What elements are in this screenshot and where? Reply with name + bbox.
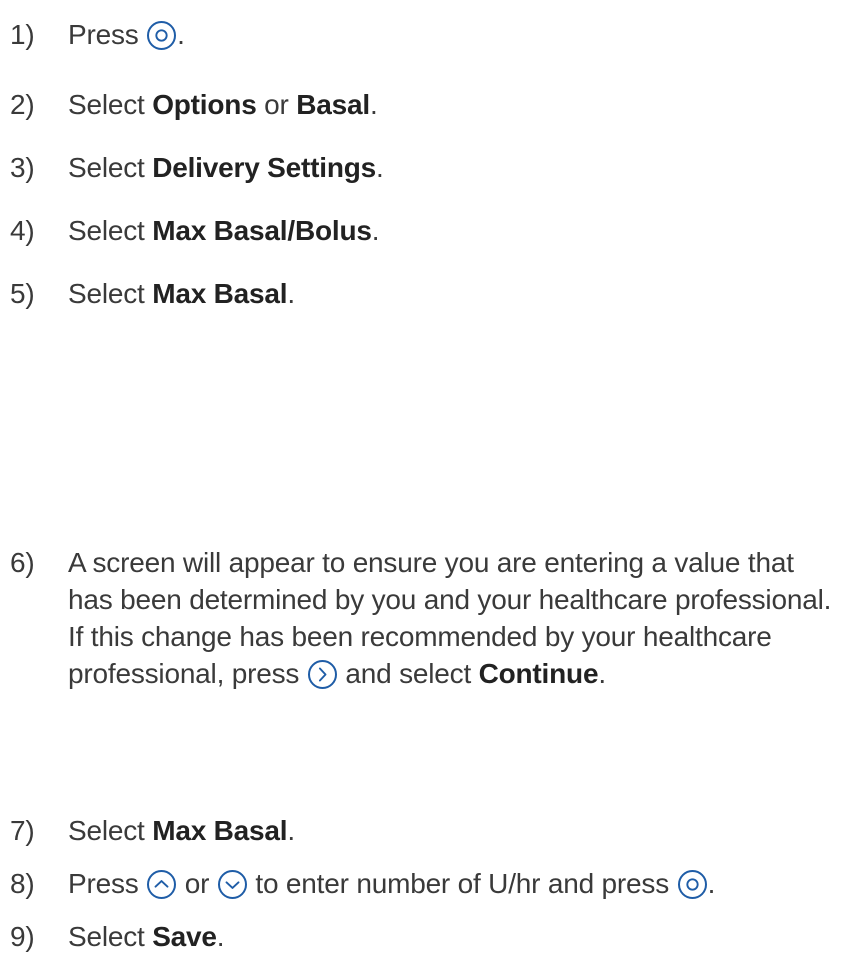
step-number: 2)	[10, 89, 35, 120]
step-number: 1)	[10, 19, 35, 50]
step-text-part: .	[177, 19, 185, 50]
step-text-line: has been determined by you and your heal…	[68, 584, 832, 615]
step-text-part: .	[371, 215, 380, 246]
step-text-part: .	[598, 658, 606, 689]
step-text-part: .	[287, 815, 295, 846]
step-text-part: Select	[68, 921, 153, 952]
step-text-part: or	[177, 868, 217, 899]
step-keyword: Options	[152, 89, 257, 120]
step-text-part: Press	[68, 19, 147, 50]
step-text-part: .	[376, 152, 384, 183]
step-text: Press or to enter number of U/hr and pre…	[68, 865, 866, 902]
step-keyword: Save	[152, 921, 217, 952]
step-text-part: .	[707, 868, 716, 899]
up-button-icon	[147, 870, 177, 899]
step-text-part: Select	[68, 815, 153, 846]
step-text-line: professional, press and select Continue.	[68, 655, 866, 692]
down-button-icon	[217, 870, 247, 899]
step-text-part: Select	[68, 215, 153, 246]
step-number: 6)	[10, 547, 35, 578]
step-text-part: professional, press	[68, 658, 307, 689]
step-text-part: or	[256, 89, 297, 120]
right-button-icon	[307, 660, 337, 689]
step-text-part: to enter number of U/hr and press	[247, 868, 677, 899]
step-text: Select Max Basal/Bolus.	[68, 212, 866, 249]
step-keyword: Continue	[478, 658, 599, 689]
select-button-icon	[677, 870, 707, 899]
step-number: 4)	[10, 215, 35, 246]
step-number: 9)	[10, 921, 35, 952]
step-text-line: If this change has been recommended by y…	[68, 621, 772, 652]
step-text-part: Select	[68, 89, 153, 120]
step-keyword: Delivery Settings	[152, 152, 377, 183]
step-number: 3)	[10, 152, 35, 183]
step-text-part: .	[216, 921, 225, 952]
step-text-line: A screen will appear to ensure you are e…	[68, 547, 794, 578]
step-text: Press .	[68, 16, 866, 53]
step-text: Select Max Basal.	[68, 275, 866, 312]
step-text-part: Select	[68, 152, 153, 183]
step-keyword: Max Basal/Bolus	[152, 215, 372, 246]
step-number: 5)	[10, 278, 35, 309]
step-keyword: Basal	[296, 89, 370, 120]
step-keyword: Max Basal	[152, 815, 288, 846]
step-text: A screen will appear to ensure you are e…	[68, 544, 866, 692]
step-number: 8)	[10, 868, 35, 899]
step-number: 7)	[10, 815, 35, 846]
step-text-part: .	[369, 89, 378, 120]
step-text-part: .	[287, 278, 295, 309]
step-text-part: Press	[68, 868, 147, 899]
step-text: Select Options or Basal.	[68, 86, 866, 123]
step-text: Select Delivery Settings.	[68, 149, 866, 186]
step-text-part: and select	[337, 658, 479, 689]
step-text: Select Save.	[68, 918, 866, 955]
step-text-part: Select	[68, 278, 153, 309]
step-keyword: Max Basal	[152, 278, 288, 309]
step-text: Select Max Basal.	[68, 812, 866, 849]
select-button-icon	[147, 21, 177, 50]
